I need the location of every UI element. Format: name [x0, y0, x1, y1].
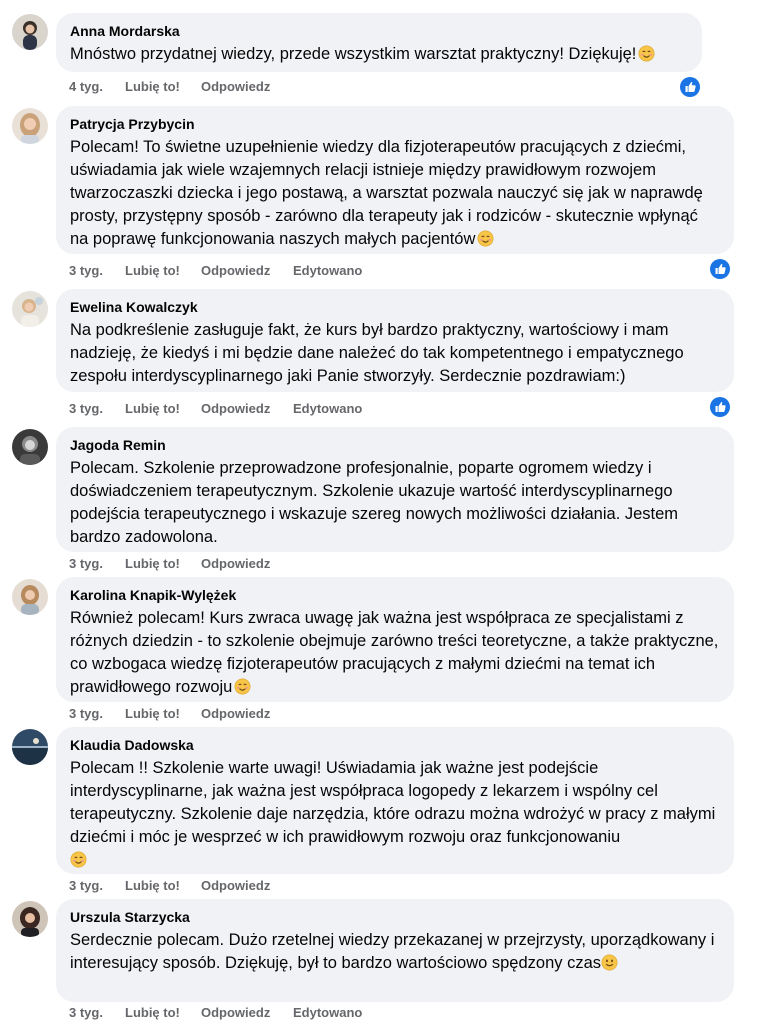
comment-text: Polecam !! Szkolenie warte uwagi! Uświad… — [70, 757, 720, 872]
like-reaction-icon[interactable] — [680, 77, 700, 97]
like-button[interactable]: Lubię to! — [125, 1005, 201, 1020]
avatar[interactable] — [12, 729, 48, 765]
like-button[interactable]: Lubię to! — [125, 79, 201, 94]
comment-text: Również polecam! Kurs zwraca uwagę jak w… — [70, 607, 720, 699]
like-button[interactable]: Lubię to! — [125, 263, 201, 278]
comment-actions: 3 tyg. Lubię to! Odpowiedz — [69, 878, 293, 893]
smiling-face-icon — [638, 45, 655, 62]
reply-button[interactable]: Odpowiedz — [201, 263, 293, 278]
comment-timestamp[interactable]: 3 tyg. — [69, 556, 125, 571]
comment-text-body: Polecam. Szkolenie przeprowadzone profes… — [70, 459, 679, 546]
comment-text: Na podkreślenie zasługuje fakt, że kurs … — [70, 319, 720, 388]
comment-author[interactable]: Anna Mordarska — [70, 22, 688, 40]
like-button[interactable]: Lubię to! — [125, 401, 201, 416]
comment-timestamp[interactable]: 4 tyg. — [69, 79, 125, 94]
comment-text: Serdecznie polecam. Dużo rzetelnej wiedz… — [70, 929, 720, 975]
comment-timestamp[interactable]: 3 tyg. — [69, 263, 125, 278]
like-button[interactable]: Lubię to! — [125, 556, 201, 571]
avatar[interactable] — [12, 579, 48, 615]
avatar[interactable] — [12, 901, 48, 937]
reply-button[interactable]: Odpowiedz — [201, 79, 293, 94]
comment-author[interactable]: Klaudia Dadowska — [70, 736, 720, 754]
comment-text-body: Na podkreślenie zasługuje fakt, że kurs … — [70, 321, 684, 385]
slightly-smiling-face-icon — [601, 954, 618, 971]
reply-button[interactable]: Odpowiedz — [201, 706, 293, 721]
reply-button[interactable]: Odpowiedz — [201, 401, 293, 416]
comment-bubble: Urszula Starzycka Serdecznie polecam. Du… — [56, 899, 734, 1002]
comment-author[interactable]: Patrycja Przybycin — [70, 115, 720, 133]
like-reaction-icon[interactable] — [710, 397, 730, 417]
avatar[interactable] — [12, 14, 48, 50]
comment-timestamp[interactable]: 3 tyg. — [69, 878, 125, 893]
comment-text-body: Mnóstwo przydatnej wiedzy, przede wszyst… — [70, 45, 637, 63]
comment-author[interactable]: Karolina Knapik-Wylężek — [70, 586, 720, 604]
avatar[interactable] — [12, 108, 48, 144]
comment-actions: 4 tyg. Lubię to! Odpowiedz — [69, 79, 293, 94]
comment-actions: 3 tyg. Lubię to! Odpowiedz — [69, 706, 293, 721]
reply-button[interactable]: Odpowiedz — [201, 1005, 293, 1020]
reply-button[interactable]: Odpowiedz — [201, 556, 293, 571]
smiling-face-icon — [477, 230, 494, 247]
like-button[interactable]: Lubię to! — [125, 706, 201, 721]
edited-label: Edytowano — [293, 1005, 363, 1020]
comment-text-body: Również polecam! Kurs zwraca uwagę jak w… — [70, 609, 719, 696]
comment-bubble: Jagoda Remin Polecam. Szkolenie przeprow… — [56, 427, 734, 552]
comment-actions: 3 tyg. Lubię to! Odpowiedz Edytowano — [69, 263, 362, 278]
comment-author[interactable]: Urszula Starzycka — [70, 908, 720, 926]
comment-text-body: Polecam! To świetne uzupełnienie wiedzy … — [70, 138, 703, 248]
comment-text: Polecam. Szkolenie przeprowadzone profes… — [70, 457, 720, 549]
reply-button[interactable]: Odpowiedz — [201, 878, 293, 893]
comment-text-body: Polecam !! Szkolenie warte uwagi! Uświad… — [70, 759, 716, 846]
smiling-face-icon — [70, 851, 87, 868]
comment-actions: 3 tyg. Lubię to! Odpowiedz Edytowano — [69, 401, 362, 416]
avatar[interactable] — [12, 291, 48, 327]
comment-timestamp[interactable]: 3 tyg. — [69, 401, 125, 416]
comment-actions: 3 tyg. Lubię to! Odpowiedz Edytowano — [69, 1005, 362, 1020]
comment-bubble: Anna Mordarska Mnóstwo przydatnej wiedzy… — [56, 13, 702, 72]
like-reaction-icon[interactable] — [710, 259, 730, 279]
smiling-face-icon — [234, 678, 251, 695]
edited-label: Edytowano — [293, 263, 363, 278]
edited-label: Edytowano — [293, 401, 363, 416]
comment-author[interactable]: Jagoda Remin — [70, 436, 720, 454]
comment-timestamp[interactable]: 3 tyg. — [69, 1005, 125, 1020]
comment-author[interactable]: Ewelina Kowalczyk — [70, 298, 720, 316]
comment-bubble: Patrycja Przybycin Polecam! To świetne u… — [56, 106, 734, 254]
comment-timestamp[interactable]: 3 tyg. — [69, 706, 125, 721]
comment-text: Mnóstwo przydatnej wiedzy, przede wszyst… — [70, 43, 688, 66]
comment-text: Polecam! To świetne uzupełnienie wiedzy … — [70, 136, 720, 251]
comment-actions: 3 tyg. Lubię to! Odpowiedz — [69, 556, 293, 571]
like-button[interactable]: Lubię to! — [125, 878, 201, 893]
avatar[interactable] — [12, 429, 48, 465]
comment-bubble: Karolina Knapik-Wylężek Również polecam!… — [56, 577, 734, 702]
comment-bubble: Ewelina Kowalczyk Na podkreślenie zasług… — [56, 289, 734, 392]
comment-bubble: Klaudia Dadowska Polecam !! Szkolenie wa… — [56, 727, 734, 874]
